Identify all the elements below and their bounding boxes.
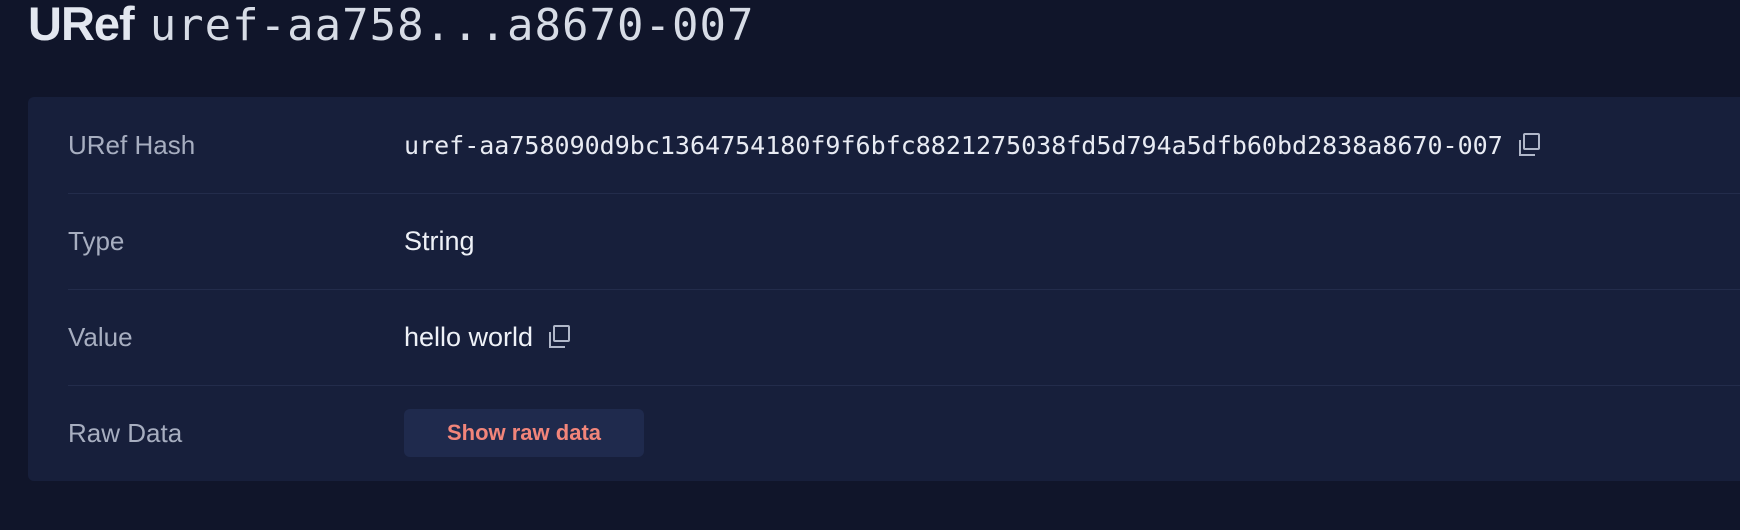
row-value-type-wrap: String [404,226,475,257]
title-uref-id: uref-aa758...a8670-007 [149,0,755,51]
uref-details-page: URef uref-aa758...a8670-007 URef Hash ur… [0,0,1740,530]
row-value-value-wrap: hello world [404,322,573,353]
row-label-type: Type [68,225,125,256]
row-label-value: Value [68,321,133,352]
row-type: Type String [68,193,1740,290]
copy-icon[interactable] [1515,131,1543,159]
row-value: Value hello world [68,289,1740,386]
row-value-raw-data-wrap: Show raw data [404,409,644,457]
value-text: hello world [404,321,534,352]
copy-icon[interactable] [545,323,573,351]
type-value: String [404,225,475,256]
row-uref-hash: URef Hash uref-aa758090d9bc1364754180f9f… [68,97,1740,194]
details-card: URef Hash uref-aa758090d9bc1364754180f9f… [28,97,1740,481]
title-label: URef [28,0,135,50]
row-value-uref-hash-wrap: uref-aa758090d9bc1364754180f9f6bfc882127… [404,131,1543,160]
row-label-raw-data: Raw Data [68,417,183,448]
page-title: URef uref-aa758...a8670-007 [28,0,755,51]
uref-hash-value: uref-aa758090d9bc1364754180f9f6bfc882127… [404,130,1503,160]
row-raw-data: Raw Data Show raw data [68,385,1740,481]
show-raw-data-button[interactable]: Show raw data [404,409,644,457]
row-label-uref-hash: URef Hash [68,129,196,160]
